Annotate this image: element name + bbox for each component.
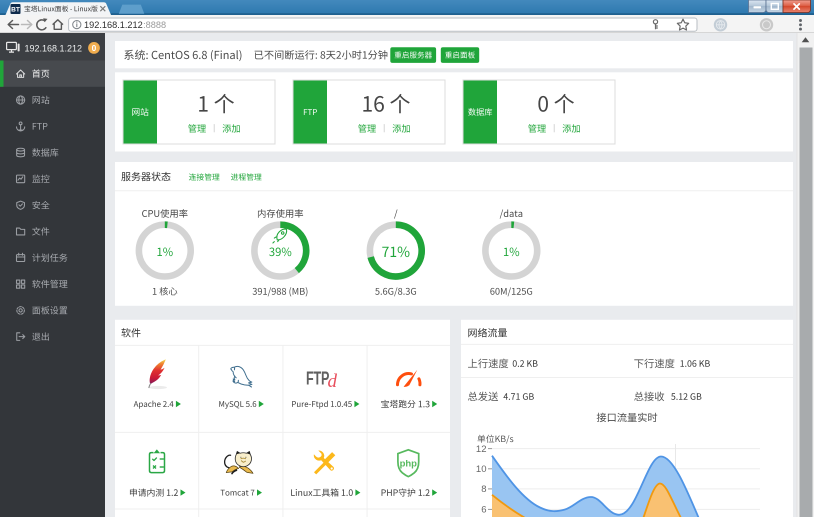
svg-text:12: 12 bbox=[476, 444, 487, 455]
svg-text:FTP: FTP bbox=[306, 369, 329, 389]
svg-text:10: 10 bbox=[476, 464, 487, 475]
svg-text:0: 0 bbox=[92, 43, 97, 53]
svg-text:192.168.1.212: 192.168.1.212 bbox=[25, 43, 83, 53]
svg-text:d: d bbox=[328, 371, 338, 392]
svg-text:php: php bbox=[400, 459, 418, 470]
svg-text:192.168.1.212: 192.168.1.212 bbox=[84, 20, 143, 30]
svg-text::8888: :8888 bbox=[143, 20, 166, 30]
svg-text:BT: BT bbox=[11, 7, 20, 14]
svg-text:6: 6 bbox=[481, 505, 486, 516]
svg-text:8: 8 bbox=[481, 484, 486, 495]
